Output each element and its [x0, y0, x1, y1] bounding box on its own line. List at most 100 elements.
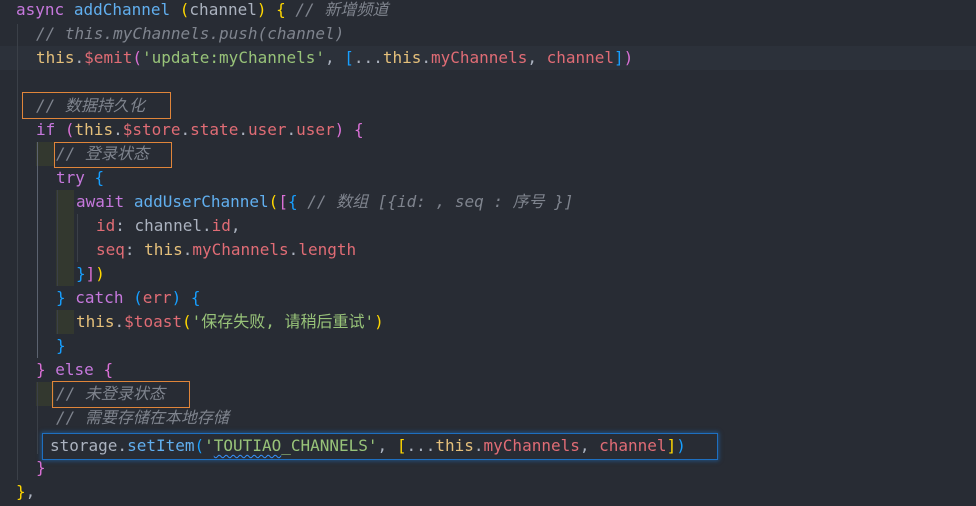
code-token: { [353, 120, 364, 139]
code-token: channel [189, 0, 257, 19]
code-token: ( [179, 0, 190, 19]
code-token: $toast [124, 312, 182, 331]
code-token: addUserChannel [133, 192, 269, 211]
code-token: ( [194, 436, 205, 455]
code-line-15[interactable]: } [0, 334, 976, 358]
code-token: myChannels [431, 48, 528, 67]
code-token: // 登录状态 [56, 144, 149, 163]
code-token: . [74, 48, 85, 67]
code-token: ( [268, 192, 279, 211]
code-token: myChannels [483, 436, 580, 455]
code-token: , [25, 482, 36, 501]
code-line-11[interactable]: seq: this.myChannels.length [0, 238, 976, 262]
code-line-5[interactable]: // 数据持久化 [0, 94, 976, 118]
code-token: } [76, 264, 86, 283]
code-token: { [287, 192, 298, 211]
code-line-4[interactable] [0, 70, 976, 94]
code-token: catch [75, 288, 124, 307]
code-token: channel [546, 48, 615, 67]
code-token: ) [676, 436, 686, 455]
code-token: [ [396, 436, 407, 455]
code-token: TOUTIAO [213, 436, 282, 455]
code-token: if [36, 120, 56, 139]
code-token: { [276, 0, 286, 19]
code-line-12[interactable]: }]) [0, 262, 976, 286]
code-line-20[interactable]: } [0, 456, 976, 480]
code-token: 'update:myChannels' [141, 48, 326, 67]
code-line-19[interactable]: storage.setItem('TOUTIAO_CHANNELS', [...… [0, 434, 976, 458]
code-token: { [103, 360, 114, 379]
code-token: . [421, 48, 431, 67]
code-token: ' [204, 436, 214, 455]
code-token: . [286, 120, 297, 139]
code-token: ) [623, 48, 634, 67]
code-line-13[interactable]: } catch (err) { [0, 286, 976, 310]
code-token: ) [171, 288, 182, 307]
code-token: storage. [50, 436, 128, 455]
code-token: // 数组 [{id: , seq : 序号 }] [307, 192, 574, 211]
code-token: { [190, 288, 201, 307]
code-token: myChannels [192, 240, 289, 259]
code-token: , [579, 436, 600, 455]
code-token: else [55, 360, 94, 379]
code-line-9[interactable]: await addUserChannel([{ // 数组 [{id: , se… [0, 190, 976, 214]
code-token: { [94, 168, 105, 187]
code-token: ... [406, 436, 436, 455]
code-token: } [56, 336, 66, 355]
code-line-18[interactable]: // 需要存储在本地存储 [0, 406, 976, 430]
code-line-8[interactable]: try { [0, 166, 976, 190]
code-token: } [36, 458, 46, 477]
code-token: length [298, 240, 357, 259]
code-token: // 未登录状态 [56, 384, 165, 403]
code-line-6[interactable]: if (this.$store.state.user.user) { [0, 118, 976, 142]
code-token: $store [122, 120, 181, 139]
code-token: ] [85, 264, 96, 283]
code-token: ) [334, 120, 345, 139]
code-token: $emit [84, 48, 133, 67]
code-token: // 需要存储在本地存储 [56, 408, 229, 427]
code-token: setItem [127, 436, 195, 455]
code-token: this [435, 436, 474, 455]
code-token: ( [64, 120, 75, 139]
code-token: , [527, 48, 547, 67]
faded-text-remnant [380, 498, 740, 506]
code-token: this [36, 48, 75, 67]
code-line-14[interactable]: this.$toast('保存失败, 请稍后重试') [0, 310, 976, 334]
code-token: ) [95, 264, 105, 283]
code-token: _CHANNELS' [281, 436, 378, 455]
code-token: ... [353, 48, 383, 67]
code-token: . [182, 240, 193, 259]
code-token: this [74, 120, 114, 139]
code-token: this [76, 312, 115, 331]
code-line-17[interactable]: // 未登录状态 [0, 382, 976, 406]
code-token: : [124, 240, 145, 259]
code-token: : channel. [115, 216, 212, 235]
code-token: . [288, 240, 299, 259]
code-line-16[interactable]: } else { [0, 358, 976, 382]
code-line-3[interactable]: this.$emit('update:myChannels', [...this… [0, 46, 976, 70]
code-line-7[interactable]: // 登录状态 [0, 142, 976, 166]
code-line-10[interactable]: id: channel.id, [0, 214, 976, 238]
code-token: addChannel [73, 0, 171, 19]
code-token: this [382, 48, 422, 67]
code-token: , [230, 216, 241, 235]
code-token: // this.myChannels.push(channel) [36, 24, 345, 43]
code-line-2[interactable]: // this.myChannels.push(channel) [0, 22, 976, 46]
code-token: await [76, 192, 125, 211]
code-line-1[interactable]: async addChannel (channel) { // 新增频道 [0, 0, 976, 22]
code-token: [ [278, 192, 288, 211]
code-editor[interactable]: async addChannel (channel) { // 新增频道 // … [0, 0, 976, 506]
code-token: } [36, 360, 46, 379]
code-token: } [56, 288, 66, 307]
code-token: . [473, 436, 484, 455]
code-token: } [16, 482, 26, 501]
code-token: . [113, 120, 123, 139]
